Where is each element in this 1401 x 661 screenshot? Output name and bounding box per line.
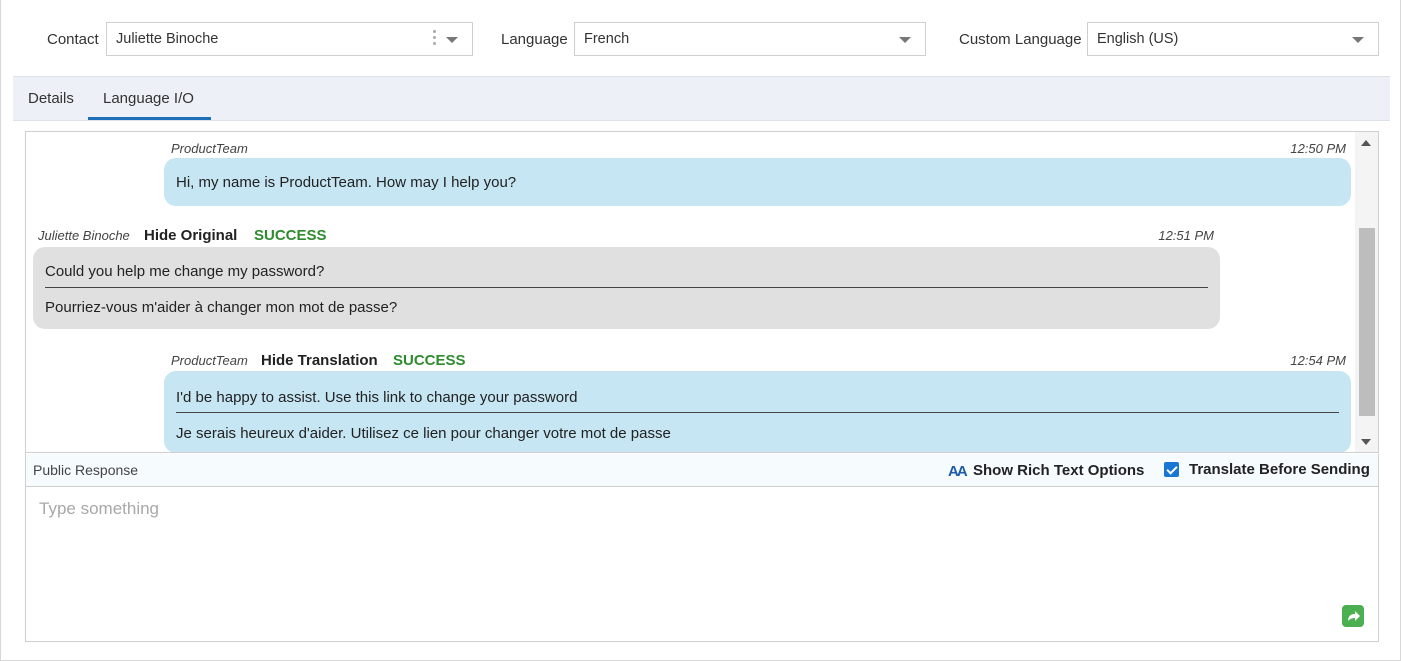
chevron-down-icon[interactable] [446, 37, 458, 43]
chevron-down-icon[interactable] [1352, 37, 1364, 43]
tab-bar: Details Language I/O [13, 76, 1390, 121]
message-time: 12:50 PM [1290, 141, 1346, 156]
message-translated-text: Je serais heureux d'aider. Utilisez ce l… [176, 425, 671, 442]
active-tab-indicator [88, 117, 211, 120]
message-bubble-customer: Could you help me change my password? Po… [33, 247, 1220, 329]
language-value: French [584, 31, 630, 47]
message-sender: ProductTeam [171, 353, 248, 368]
chat-scrollbar[interactable] [1355, 132, 1378, 452]
chat-transcript[interactable]: ProductTeam 12:50 PM Hi, my name is Prod… [25, 131, 1379, 453]
scroll-down-icon[interactable] [1361, 439, 1371, 445]
scroll-up-icon[interactable] [1361, 140, 1371, 146]
response-editor [25, 487, 1379, 642]
rich-text-label: Show Rich Text Options [973, 462, 1145, 479]
custom-language-label: Custom Language [959, 31, 1082, 48]
custom-language-value: English (US) [1097, 31, 1179, 47]
translate-before-sending-label[interactable]: Translate Before Sending [1189, 461, 1370, 478]
main-frame: Contact Juliette Binoche Language French… [0, 0, 1401, 661]
message-bubble-agent: I'd be happy to assist. Use this link to… [164, 371, 1351, 452]
status-badge: SUCCESS [254, 227, 327, 244]
contact-label: Contact [47, 31, 99, 48]
message-sender: Juliette Binoche [38, 228, 130, 243]
status-badge: SUCCESS [393, 352, 466, 369]
rich-text-icon: AA [948, 463, 968, 480]
contact-value: Juliette Binoche [116, 31, 219, 47]
response-input[interactable] [26, 487, 1326, 597]
message-bubble-agent: Hi, my name is ProductTeam. How may I he… [164, 158, 1351, 206]
message-separator [176, 412, 1339, 413]
message-text: Hi, my name is ProductTeam. How may I he… [176, 174, 517, 191]
language-label: Language [501, 31, 568, 48]
message-sender: ProductTeam [171, 141, 248, 156]
hide-translation-link[interactable]: Hide Translation [261, 352, 378, 369]
message-original-text: I'd be happy to assist. Use this link to… [176, 389, 578, 406]
send-arrow-icon [1348, 611, 1360, 621]
contact-select[interactable]: Juliette Binoche [106, 22, 473, 56]
public-response-label: Public Response [33, 462, 139, 478]
tab-details[interactable]: Details [28, 90, 74, 107]
chevron-down-icon[interactable] [899, 37, 911, 43]
message-time: 12:54 PM [1290, 353, 1346, 368]
response-toolbar: Public Response AA Show Rich Text Option… [25, 454, 1379, 487]
scroll-thumb[interactable] [1359, 228, 1375, 416]
kebab-icon[interactable] [433, 30, 436, 48]
translate-before-sending-checkbox[interactable] [1164, 462, 1179, 477]
hide-original-link[interactable]: Hide Original [144, 227, 237, 244]
send-button[interactable] [1342, 605, 1364, 627]
tab-language-io[interactable]: Language I/O [103, 90, 194, 107]
custom-language-select[interactable]: English (US) [1087, 22, 1379, 56]
message-translated-text: Pourriez-vous m'aider à changer mon mot … [45, 299, 398, 316]
message-separator [45, 287, 1208, 288]
message-time: 12:51 PM [1158, 228, 1214, 243]
message-original-text: Could you help me change my password? [45, 263, 325, 280]
language-select[interactable]: French [574, 22, 926, 56]
